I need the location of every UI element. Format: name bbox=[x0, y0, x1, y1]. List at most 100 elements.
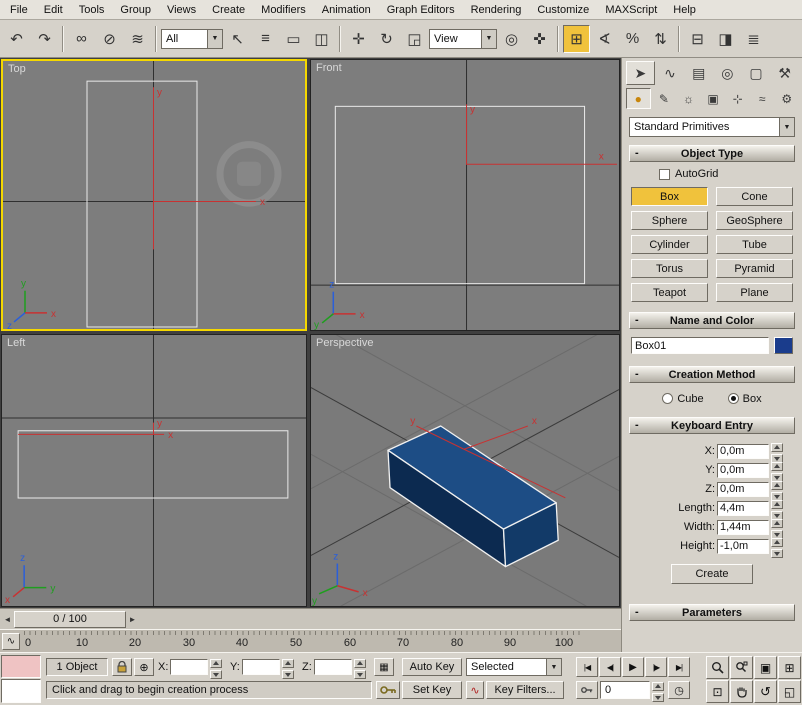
primitive-category-dropdown[interactable]: Standard Primitives ▼ bbox=[629, 117, 795, 137]
select-and-rotate-icon[interactable]: ↻ bbox=[373, 25, 400, 53]
viewport-front-label[interactable]: Front bbox=[316, 62, 342, 74]
time-spinner[interactable] bbox=[652, 682, 664, 698]
viewport-front[interactable]: y x z x y Front bbox=[310, 59, 620, 331]
mirror-icon[interactable]: ◨ bbox=[712, 25, 739, 53]
box-radio-option[interactable]: Box bbox=[728, 393, 762, 405]
zoom-extents-button[interactable]: ▣ bbox=[754, 656, 777, 679]
ke-x-field[interactable]: 0,0m bbox=[717, 444, 769, 459]
top-viewport-canvas[interactable]: y x y x z bbox=[3, 61, 305, 329]
ke-z-field[interactable]: 0,0m bbox=[717, 482, 769, 497]
track-bar[interactable]: ∿ 0 10 20 30 40 50 60 70 80 90 100 bbox=[0, 629, 621, 652]
y-coord-field[interactable] bbox=[242, 659, 280, 675]
select-object-icon[interactable]: ↖ bbox=[224, 25, 251, 53]
display-tab-icon[interactable]: ▢ bbox=[743, 61, 770, 85]
front-viewport-canvas[interactable]: y x z x y bbox=[311, 60, 619, 330]
menu-file[interactable]: File bbox=[2, 2, 36, 18]
menu-help[interactable]: Help bbox=[665, 2, 704, 18]
ke-y-field[interactable]: 0,0m bbox=[717, 463, 769, 478]
spinner-down-icon[interactable] bbox=[210, 670, 222, 679]
spinner-down-icon[interactable] bbox=[652, 693, 664, 702]
key-mode-toggle-button[interactable] bbox=[576, 681, 598, 699]
torus-button[interactable]: Torus bbox=[631, 259, 708, 278]
menu-group[interactable]: Group bbox=[112, 2, 159, 18]
maxscript-mini-listener[interactable] bbox=[1, 679, 41, 703]
mini-curve-editor-button[interactable]: ∿ bbox=[2, 633, 20, 650]
set-key-mode-button[interactable]: Set Key bbox=[402, 681, 462, 699]
chevron-down-icon[interactable]: ▼ bbox=[779, 118, 794, 136]
spinner-up-icon[interactable] bbox=[771, 500, 783, 509]
time-configuration-button[interactable]: ◷ bbox=[668, 681, 690, 699]
spinner-up-icon[interactable] bbox=[771, 462, 783, 471]
menu-edit[interactable]: Edit bbox=[36, 2, 71, 18]
helpers-category-icon[interactable]: ⊹ bbox=[726, 88, 749, 109]
box-radio[interactable] bbox=[728, 393, 739, 404]
next-frame-button[interactable]: |▶ bbox=[645, 657, 667, 677]
viewport-top[interactable]: y x y x z Top bbox=[1, 59, 307, 331]
ke-height-spinner[interactable] bbox=[771, 538, 783, 554]
window-crossing-icon[interactable]: ◫ bbox=[308, 25, 335, 53]
viewport-perspective-label[interactable]: Perspective bbox=[316, 337, 373, 349]
zoom-region-button[interactable]: ⊡ bbox=[706, 680, 729, 703]
undo-icon[interactable]: ↶ bbox=[3, 25, 30, 53]
spinner-up-icon[interactable] bbox=[282, 659, 294, 668]
cone-button[interactable]: Cone bbox=[716, 187, 793, 206]
spacewarps-category-icon[interactable]: ≈ bbox=[751, 88, 774, 109]
set-keys-button[interactable] bbox=[376, 681, 400, 699]
x-coord-field[interactable] bbox=[170, 659, 208, 675]
plane-button[interactable]: Plane bbox=[716, 283, 793, 302]
z-coord-spinner[interactable] bbox=[354, 659, 366, 675]
name-color-rollout-header[interactable]: - Name and Color bbox=[629, 312, 795, 329]
slider-left-arrow-icon[interactable]: ◄ bbox=[1, 611, 14, 628]
reference-coordinate-dropdown[interactable]: View ▼ bbox=[429, 29, 497, 49]
menu-maxscript[interactable]: MAXScript bbox=[597, 2, 665, 18]
spinner-snap-icon[interactable]: ⇅ bbox=[647, 25, 674, 53]
absolute-offset-toggle-button[interactable]: ⊕ bbox=[134, 658, 154, 676]
bind-to-spacewarp-icon[interactable]: ≋ bbox=[124, 25, 151, 53]
snaps-toggle-icon[interactable]: ⊞ bbox=[563, 25, 590, 53]
cube-radio-option[interactable]: Cube bbox=[662, 393, 703, 405]
arc-rotate-button[interactable]: ↺ bbox=[754, 680, 777, 703]
percent-snap-icon[interactable]: % bbox=[619, 25, 646, 53]
chevron-down-icon[interactable]: ▼ bbox=[481, 30, 496, 48]
spinner-up-icon[interactable] bbox=[771, 443, 783, 452]
grid-display-button[interactable]: ▦ bbox=[374, 658, 394, 676]
sphere-button[interactable]: Sphere bbox=[631, 211, 708, 230]
go-to-end-button[interactable]: ▶| bbox=[668, 657, 690, 677]
pan-button[interactable] bbox=[730, 680, 753, 703]
spinner-up-icon[interactable] bbox=[354, 659, 366, 668]
creation-method-rollout-header[interactable]: - Creation Method bbox=[629, 366, 795, 383]
select-by-name-icon[interactable]: ≡ bbox=[252, 25, 279, 53]
modify-tab-icon[interactable]: ∿ bbox=[657, 61, 684, 85]
tube-button[interactable]: Tube bbox=[716, 235, 793, 254]
slider-right-arrow-icon[interactable]: ► bbox=[126, 611, 139, 628]
systems-category-icon[interactable]: ⚙ bbox=[775, 88, 798, 109]
spinner-up-icon[interactable] bbox=[652, 682, 664, 691]
teapot-button[interactable]: Teapot bbox=[631, 283, 708, 302]
ke-width-field[interactable]: 1,44m bbox=[717, 520, 769, 535]
utilities-tab-icon[interactable]: ⚒ bbox=[771, 61, 798, 85]
pyramid-button[interactable]: Pyramid bbox=[716, 259, 793, 278]
menu-customize[interactable]: Customize bbox=[529, 2, 597, 18]
menu-create[interactable]: Create bbox=[204, 2, 253, 18]
menu-animation[interactable]: Animation bbox=[314, 2, 379, 18]
object-color-swatch[interactable] bbox=[774, 337, 793, 354]
hierarchy-tab-icon[interactable]: ▤ bbox=[685, 61, 712, 85]
autogrid-checkbox[interactable] bbox=[659, 169, 670, 180]
viewport-top-label[interactable]: Top bbox=[8, 63, 26, 75]
menu-modifiers[interactable]: Modifiers bbox=[253, 2, 314, 18]
zoom-extents-all-button[interactable]: ⊞ bbox=[778, 656, 801, 679]
lights-category-icon[interactable]: ☼ bbox=[677, 88, 700, 109]
object-type-rollout-header[interactable]: - Object Type bbox=[629, 145, 795, 162]
spinner-up-icon[interactable] bbox=[210, 659, 222, 668]
ke-y-spinner[interactable] bbox=[771, 462, 783, 478]
z-coord-field[interactable] bbox=[314, 659, 352, 675]
motion-tab-icon[interactable]: ◎ bbox=[714, 61, 741, 85]
viewport-left[interactable]: x y z y x Left bbox=[1, 334, 307, 607]
maximize-viewport-button[interactable]: ◱ bbox=[778, 680, 801, 703]
chevron-down-icon[interactable]: ▼ bbox=[207, 30, 222, 48]
ke-z-spinner[interactable] bbox=[771, 481, 783, 497]
object-name-field[interactable]: Box01 bbox=[631, 337, 769, 354]
previous-frame-button[interactable]: ◀| bbox=[599, 657, 621, 677]
spinner-up-icon[interactable] bbox=[771, 481, 783, 490]
time-slider-thumb[interactable]: 0 / 100 bbox=[14, 611, 126, 628]
